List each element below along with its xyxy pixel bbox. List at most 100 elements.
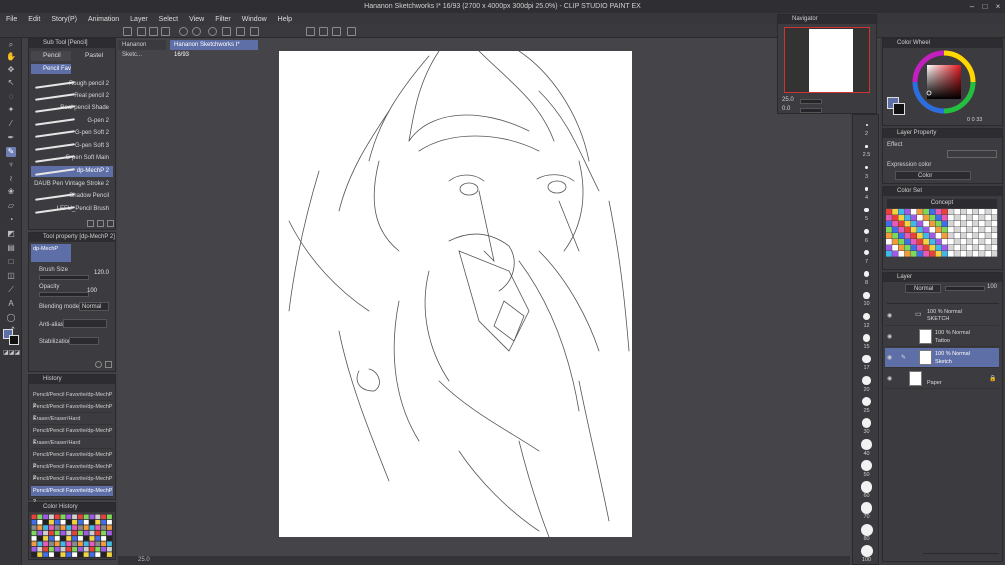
menu-select[interactable]: Select xyxy=(159,16,178,23)
history-item[interactable]: Pencil/Pencil Favorite/dp-MechP 2 xyxy=(31,390,113,409)
menu-filter[interactable]: Filter xyxy=(215,16,231,23)
menu-help[interactable]: Help xyxy=(278,16,292,23)
layer-toolbar[interactable] xyxy=(887,296,999,304)
auto-select-icon[interactable]: ✦ xyxy=(6,105,16,115)
history-item[interactable]: Eraser/Eraser/Hard xyxy=(31,438,113,449)
undo-icon[interactable] xyxy=(179,27,188,36)
brush-size-dot[interactable] xyxy=(862,376,871,385)
reset-icon[interactable] xyxy=(105,361,112,368)
brush-size-dot[interactable] xyxy=(861,439,872,450)
stabilization-slider[interactable] xyxy=(69,337,99,345)
brush-size-dot[interactable] xyxy=(863,313,870,321)
menu-story[interactable]: Story(P) xyxy=(51,16,77,23)
brush-size-dot[interactable] xyxy=(865,145,868,148)
decoration-icon[interactable]: ❀ xyxy=(6,187,16,197)
ruler-tool-icon[interactable]: ⟋ xyxy=(6,285,16,295)
pencil-icon[interactable]: ✎ xyxy=(6,147,16,157)
brush-size-dot[interactable] xyxy=(860,481,873,493)
blending-mode-select[interactable]: Normal xyxy=(79,302,109,311)
brush-size-slider[interactable] xyxy=(39,275,89,280)
history-item[interactable]: Pencil/Pencil Favorite/dp-MechP 2 xyxy=(31,450,113,469)
brush-icon[interactable]: ♆ xyxy=(6,160,16,170)
navigator-viewport[interactable] xyxy=(784,27,870,93)
menu-layer[interactable]: Layer xyxy=(130,16,148,23)
home-icon[interactable] xyxy=(123,27,132,36)
brush-size-value[interactable]: 120.0 xyxy=(85,270,109,276)
lock-icon[interactable]: 🔒 xyxy=(989,375,996,382)
add-subtool-icon[interactable] xyxy=(87,220,94,227)
delete-subtool-icon[interactable] xyxy=(107,220,114,227)
eye-icon[interactable]: ◉ xyxy=(887,354,892,361)
zoom-readout[interactable]: 25.0 xyxy=(138,557,150,563)
brush-size-dot[interactable] xyxy=(860,502,873,515)
pen-pressure-icon[interactable] xyxy=(319,27,328,36)
navigator-zoom-slider[interactable] xyxy=(800,99,822,104)
transparent-color-icon[interactable]: ◪◪◪ xyxy=(3,349,20,356)
group-pencil-fav[interactable]: Pencil Fav xyxy=(31,64,71,74)
layer-blend-select[interactable]: Normal xyxy=(905,284,941,293)
brush-size-dot[interactable] xyxy=(861,460,872,472)
balloon-icon[interactable]: ◯ xyxy=(6,313,16,323)
color-set-grid[interactable] xyxy=(886,209,998,257)
hand-icon[interactable]: ✋ xyxy=(6,52,16,62)
history-item[interactable]: Eraser/Eraser/Hard xyxy=(31,414,113,425)
layer-tattoo[interactable]: ◉ 100 % Normal Tattoo xyxy=(885,327,999,347)
eye-icon[interactable]: ◉ xyxy=(887,333,892,340)
brush-size-dot[interactable] xyxy=(864,208,869,213)
tab-pencil[interactable]: Pencil xyxy=(31,51,71,61)
copy-subtool-icon[interactable] xyxy=(97,220,104,227)
fill-bucket-icon[interactable]: ◩ xyxy=(6,229,16,239)
navigator-zoom[interactable]: 25.0 xyxy=(782,97,794,103)
eraser-icon[interactable]: ▱ xyxy=(6,201,16,211)
brush-size-dot[interactable] xyxy=(862,355,871,364)
brush-item[interactable]: Real pencil Shade xyxy=(31,103,113,114)
menu-view[interactable]: View xyxy=(189,16,204,23)
layer-folder-sketch[interactable]: ◉ ▭ 100 % Normal SKETCH xyxy=(885,306,999,326)
color-history-grid[interactable] xyxy=(31,514,113,558)
menu-file[interactable]: File xyxy=(6,16,17,23)
antialias-selector[interactable] xyxy=(63,319,107,328)
new-file-icon[interactable] xyxy=(137,27,146,36)
maximize-button[interactable]: □ xyxy=(979,0,991,13)
brush-size-dot[interactable] xyxy=(864,166,869,170)
brush-item[interactable]: LEFU_Pencil Brush xyxy=(31,204,113,215)
figure-icon[interactable]: □ xyxy=(6,257,16,267)
sub-color-swatch[interactable] xyxy=(9,335,19,345)
menu-edit[interactable]: Edit xyxy=(28,16,40,23)
frame-icon[interactable]: ◫ xyxy=(6,271,16,281)
layer-sketch-selected[interactable]: ◉ ✎ 100 % Normal Sketch xyxy=(885,348,999,368)
lasso-icon[interactable]: ◌ xyxy=(6,92,16,102)
menu-window[interactable]: Window xyxy=(242,16,267,23)
fill-icon[interactable] xyxy=(222,27,231,36)
brush-item[interactable]: G-pen Soft 3 xyxy=(31,141,113,152)
selection-icon[interactable] xyxy=(250,27,259,36)
object-icon[interactable]: ↖ xyxy=(6,78,16,88)
preset-preview[interactable]: dp-MechP xyxy=(31,244,71,262)
menu-animation[interactable]: Animation xyxy=(88,16,119,23)
history-item[interactable]: Pencil/Pencil Favorite/dp-MechP 2 xyxy=(31,426,113,445)
hsv-values[interactable]: 0 0 33 xyxy=(967,117,982,123)
brush-item[interactable]: DAUB Pen Vintage Stroke 2 xyxy=(31,179,113,190)
layer-opacity-value[interactable]: 100 xyxy=(987,284,997,290)
transform-icon[interactable] xyxy=(236,27,245,36)
ruler-icon[interactable] xyxy=(306,27,315,36)
effect-buttons[interactable] xyxy=(947,150,997,158)
blend-icon[interactable]: ◔ xyxy=(6,215,16,225)
opacity-slider[interactable] xyxy=(39,292,89,297)
stroke-icon[interactable] xyxy=(332,27,341,36)
color-set-select[interactable]: Concept xyxy=(887,199,997,208)
redo-icon[interactable] xyxy=(192,27,201,36)
layer-opacity-slider[interactable] xyxy=(945,286,985,291)
minimize-button[interactable]: – xyxy=(966,0,978,13)
history-item[interactable]: Pencil/Pencil Favorite/dp-MechP 2 xyxy=(31,462,113,481)
brush-size-dot[interactable] xyxy=(864,229,869,234)
airbrush-icon[interactable]: ≀ xyxy=(6,174,16,184)
eyedropper-icon[interactable]: ⁄ xyxy=(6,119,16,129)
history-item[interactable]: Pencil/Pencil Favorite/dp-MechP 2 xyxy=(31,402,113,421)
move-icon[interactable]: ✥ xyxy=(6,65,16,75)
history-item[interactable]: Pencil/Pencil Favorite/dp-MechP 2 xyxy=(31,474,113,493)
brush-size-dot[interactable] xyxy=(862,334,871,342)
brush-item[interactable]: Shadow Pencil xyxy=(31,191,113,202)
close-button[interactable]: × xyxy=(992,0,1004,13)
brush-size-dot[interactable] xyxy=(860,523,873,536)
